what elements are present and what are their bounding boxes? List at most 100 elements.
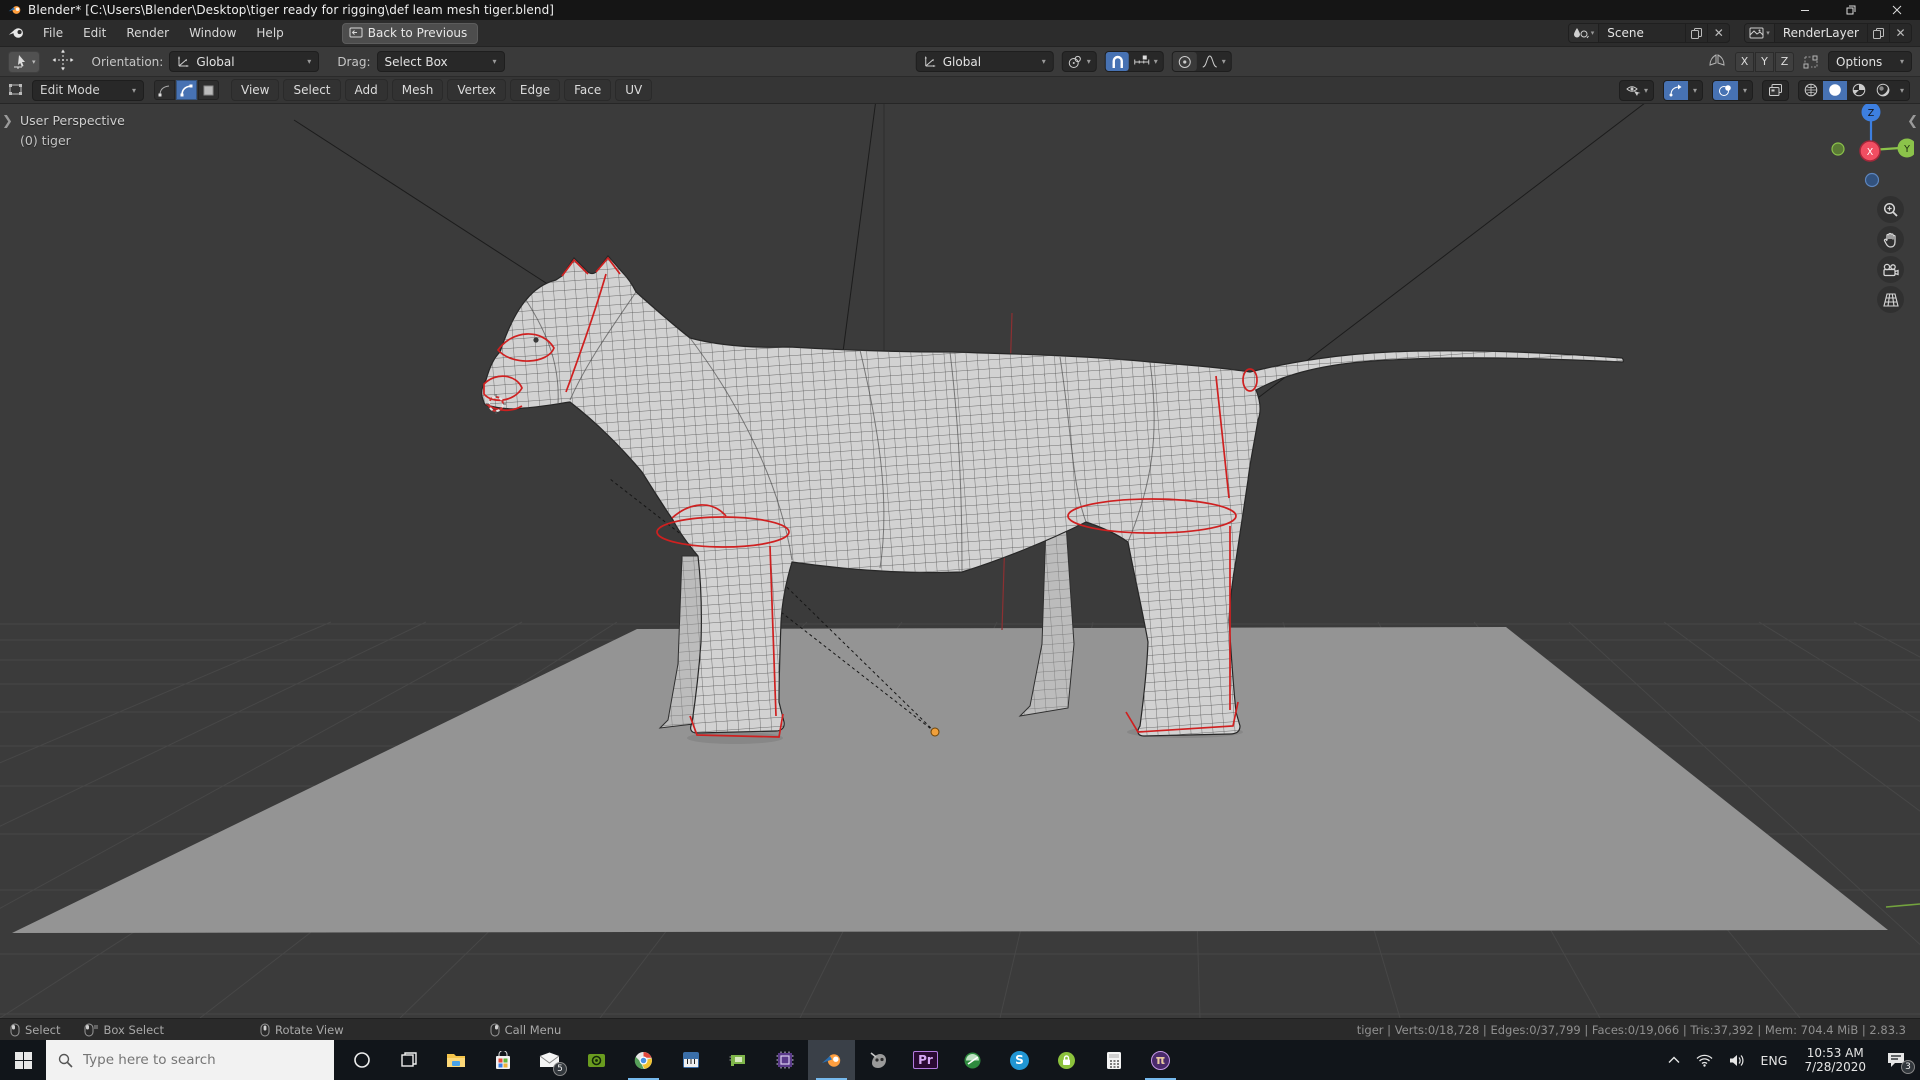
gizmos-dropdown[interactable]: ▾ [1688,81,1702,100]
app-task-view[interactable] [385,1040,432,1080]
snap-toggle[interactable] [1105,52,1129,71]
menu-window[interactable]: Window [179,22,246,44]
menu-file[interactable]: File [33,22,73,44]
app-password-safe[interactable] [1043,1040,1090,1080]
viewlayer-copy-button[interactable] [1867,24,1889,42]
app-pi-network[interactable]: π [1137,1040,1184,1080]
snap-projection-icon[interactable] [1802,54,1820,70]
orientation-dropdown[interactable]: Global ▾ [169,51,320,72]
mode-dropdown[interactable]: Edit Mode ▾ [32,79,144,101]
scene-icon[interactable]: ▾ [1568,24,1600,42]
back-to-previous-button[interactable]: Back to Previous [341,22,479,44]
volume-icon[interactable] [1722,1040,1752,1080]
scene-unlink-button[interactable]: ✕ [1707,24,1729,42]
tray-chevron-up[interactable] [1661,1040,1687,1080]
transform-orientation-dropdown[interactable]: Global ▾ [915,51,1054,72]
menu-render[interactable]: Render [116,22,179,44]
wireframe-shading-button[interactable] [1799,81,1823,100]
app-blender[interactable] [808,1040,855,1080]
mirror-icon[interactable] [1707,54,1727,69]
pivot-point-dropdown[interactable]: ▾ [1061,51,1097,72]
menu-add[interactable]: Add [344,79,388,101]
viewport-3d[interactable]: User Perspective (0) tiger ❯ ❮ Z Y X [0,104,1920,1018]
gizmo-axis-z-neg[interactable] [1864,172,1880,188]
clock[interactable]: 10:53 AM 7/28/2020 [1796,1040,1874,1080]
start-button[interactable] [0,1040,46,1080]
edge-select-mode-button[interactable] [176,80,197,100]
language-indicator[interactable]: ENG [1754,1040,1795,1080]
maximize-button[interactable] [1828,0,1874,20]
scene-copy-button[interactable] [1685,24,1707,42]
proportional-edit-toggle[interactable] [1172,52,1197,71]
mouse-left-icon [10,1023,20,1036]
wifi-icon[interactable] [1689,1040,1720,1080]
mirror-y-toggle[interactable]: Y [1755,51,1774,72]
gizmo-axis-y-neg[interactable] [1831,142,1845,156]
zoom-tool-button[interactable] [1877,196,1904,223]
menu-mesh[interactable]: Mesh [391,79,444,101]
snap-target-dropdown[interactable]: ▾ [1129,52,1163,71]
app-mediainfo[interactable] [949,1040,996,1080]
app-skype[interactable]: S [996,1040,1043,1080]
solid-shading-button[interactable] [1822,80,1847,100]
vertex-select-mode-button[interactable] [154,80,175,100]
action-center[interactable]: 3 [1876,1040,1916,1080]
ortho-toggle-button[interactable] [1877,286,1904,313]
app-cortana[interactable] [338,1040,385,1080]
rendered-shading-button[interactable] [1871,81,1895,100]
app-gpuz[interactable] [714,1040,761,1080]
viewlayer-name[interactable]: RenderLayer [1775,26,1867,40]
menu-help[interactable]: Help [246,22,293,44]
options-dropdown[interactable]: Options ▾ [1828,51,1912,72]
face-select-mode-button[interactable] [198,80,219,100]
move-tool-button[interactable] [52,49,74,74]
xray-toggle[interactable] [1761,79,1789,101]
app-chrome[interactable] [620,1040,667,1080]
menu-edit[interactable]: Edit [73,22,116,44]
app-mail[interactable]: 5 [526,1040,573,1080]
windows-taskbar: 5 Pr S π ENG 10:53 AM 7/28/2020 [0,1040,1920,1080]
search-input[interactable] [83,1052,303,1068]
app-store[interactable] [479,1040,526,1080]
camera-view-button[interactable] [1877,256,1904,283]
overlays-dropdown[interactable]: ▾ [1738,81,1752,100]
menu-select[interactable]: Select [283,79,341,101]
app-premiere[interactable]: Pr [902,1040,949,1080]
app-file-explorer[interactable] [432,1040,479,1080]
viewport-canvas[interactable] [0,104,1920,1018]
shading-dropdown[interactable]: ▾ [1895,81,1909,100]
app-cpuz[interactable] [761,1040,808,1080]
pan-tool-button[interactable] [1877,226,1904,253]
proportional-falloff-dropdown[interactable]: ▾ [1197,52,1231,71]
close-button[interactable] [1874,0,1920,20]
navigation-gizmo[interactable]: Z Y X [1828,104,1914,194]
toolbar-expand-chevron[interactable]: ❯ [2,114,13,129]
blender-app-icon[interactable] [8,26,25,40]
active-tool-button[interactable]: ▾ [8,50,40,73]
visibility-dropdown[interactable]: ▾ [1618,79,1654,101]
menu-edge[interactable]: Edge [509,79,561,101]
mirror-z-toggle[interactable]: Z [1775,51,1794,72]
app-gimp[interactable] [855,1040,902,1080]
viewlayer-remove-button[interactable]: ✕ [1889,24,1911,42]
drag-dropdown[interactable]: Select Box ▾ [376,51,505,72]
app-nvidia[interactable] [573,1040,620,1080]
taskbar-search[interactable] [46,1040,334,1080]
mouse-right-icon [490,1023,500,1036]
editor-type-icon[interactable] [8,83,26,98]
active-object-label: (0) tiger [20,133,71,148]
menu-vertex[interactable]: Vertex [447,79,506,101]
menu-view[interactable]: View [231,79,280,101]
material-shading-button[interactable] [1847,81,1871,100]
minimize-button[interactable] [1782,0,1828,20]
menu-uv[interactable]: UV [615,79,653,101]
scene-name[interactable]: Scene [1599,26,1685,40]
gizmo-x-label: X [1867,147,1874,158]
show-overlays-toggle[interactable] [1712,80,1738,100]
app-piano[interactable] [667,1040,714,1080]
mirror-x-toggle[interactable]: X [1735,51,1754,72]
viewlayer-icon[interactable]: ▾ [1745,24,1775,42]
show-gizmos-toggle[interactable] [1663,80,1688,100]
menu-face[interactable]: Face [564,79,612,101]
app-calculator[interactable] [1090,1040,1137,1080]
